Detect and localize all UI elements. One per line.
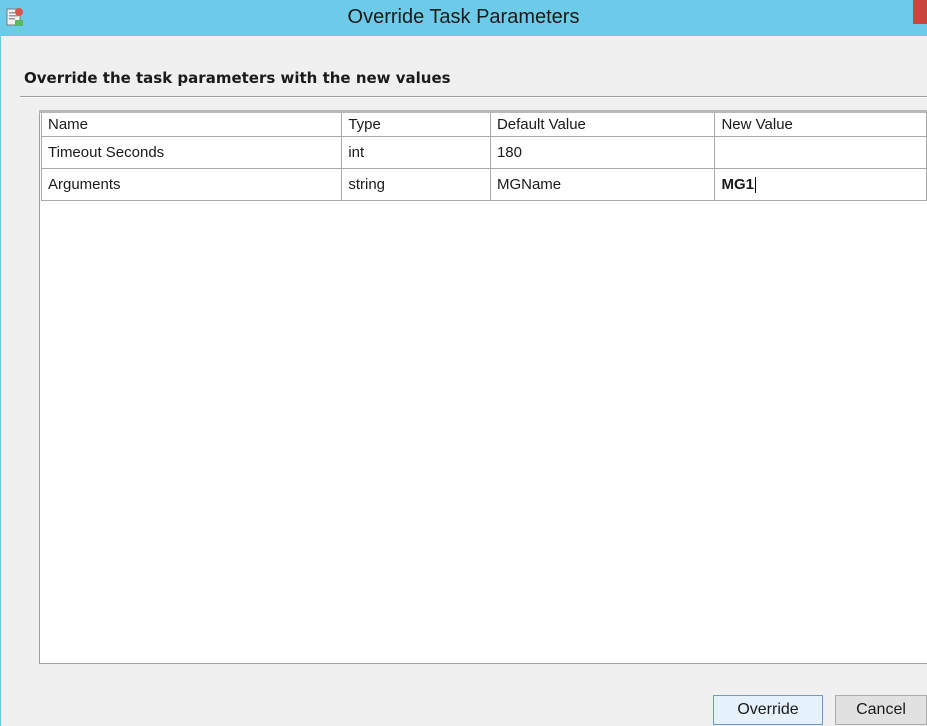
cell-new-value[interactable]: [714, 136, 927, 169]
cell-default-value[interactable]: 180: [489, 136, 716, 169]
cell-default-value[interactable]: MGName: [489, 168, 716, 201]
cell-type[interactable]: string: [341, 168, 491, 201]
title-bar: Override Task Parameters: [0, 0, 927, 36]
column-header-default-value[interactable]: Default Value: [489, 113, 716, 137]
column-header-name[interactable]: Name: [40, 113, 343, 137]
override-button[interactable]: Override: [713, 695, 823, 725]
cell-name[interactable]: Timeout Seconds: [40, 136, 343, 169]
window-title: Override Task Parameters: [347, 6, 580, 28]
cell-name[interactable]: Arguments: [40, 168, 343, 201]
table-row[interactable]: Arguments string MGName MG1: [40, 168, 927, 201]
table-header-row: Name Type Default Value New Value: [40, 113, 927, 137]
column-header-new-value[interactable]: New Value: [714, 113, 927, 137]
column-header-type[interactable]: Type: [341, 113, 491, 137]
cancel-button[interactable]: Cancel: [835, 695, 927, 725]
parameters-table: Name Type Default Value New Value Timeou…: [40, 113, 927, 201]
table-row[interactable]: Timeout Seconds int 180: [40, 136, 927, 169]
close-button[interactable]: [913, 0, 927, 24]
section-heading: Override the task parameters with the ne…: [24, 69, 451, 87]
new-value-text[interactable]: MG1: [721, 176, 754, 193]
cell-type[interactable]: int: [341, 136, 491, 169]
cell-new-value-editing[interactable]: MG1: [714, 168, 927, 201]
heading-divider-highlight: [20, 97, 927, 98]
text-cursor: [754, 177, 756, 194]
